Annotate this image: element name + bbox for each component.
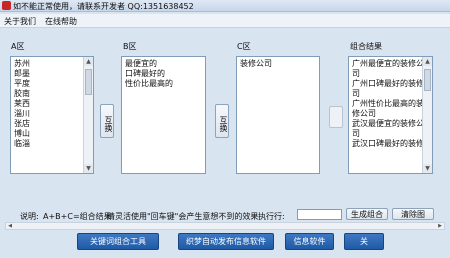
scroll-up-icon[interactable]: ▲ <box>84 57 93 66</box>
scroll-up-icon[interactable]: ▲ <box>423 57 432 66</box>
title-bar: 如不能正常使用，请联系开发者 QQ:1351638452 <box>0 0 450 12</box>
swap-bc-button[interactable]: 互换 <box>215 104 229 138</box>
menu-bar: 关于我们 在线帮助 <box>0 14 450 28</box>
panel-b-line: 最便宜的 <box>125 59 157 68</box>
panel-c-line: 装修公司 <box>240 59 272 68</box>
result-line: 武汉最便宜的装修公 <box>352 119 424 128</box>
scroll-thumb[interactable] <box>424 69 431 91</box>
scroll-left-icon[interactable]: ◀ <box>6 223 14 229</box>
panel-c-label: C区 <box>237 42 251 51</box>
panel-b-line: 性价比最高的 <box>125 79 173 88</box>
result-line: 司 <box>352 89 360 98</box>
note-formula: A+B+C=组合结果 <box>43 212 112 221</box>
panel-a-lines: 苏州 郎墨 平度 胶南 莱西 淄川 张店 博山 临淄 <box>14 59 30 149</box>
panel-c-textarea[interactable]: 装修公司 <box>236 56 320 174</box>
result-line: 武汉口碑最好的装修公 <box>352 139 432 148</box>
panel-b-label: B区 <box>123 42 137 51</box>
result-scrollbar[interactable]: ▲ ▼ <box>422 57 432 173</box>
info-software-button[interactable]: 信息软件 <box>285 233 334 250</box>
exec-label: 执行行: <box>258 212 285 221</box>
generate-button[interactable]: 生成组合 <box>346 208 388 220</box>
exec-input[interactable] <box>297 209 342 220</box>
panel-a-scrollbar[interactable]: ▲ ▼ <box>83 57 93 173</box>
result-lines: 广州最便宜的装修公 司 广州口碑最好的装修公 司 广州性价比最高的装 修公司 武… <box>352 59 432 149</box>
panel-b-lines: 最便宜的 口碑最好的 性价比最高的 <box>125 59 173 89</box>
scroll-down-icon[interactable]: ▼ <box>423 164 432 173</box>
clear-button[interactable]: 清除图 <box>392 208 434 220</box>
panel-a-line: 郎墨 <box>14 69 30 78</box>
result-label: 组合结果 <box>350 42 382 51</box>
panel-a-textarea[interactable]: 苏州 郎墨 平度 胶南 莱西 淄川 张店 博山 临淄 ▲ ▼ <box>10 56 94 174</box>
result-line: 司 <box>352 69 360 78</box>
panel-a-line: 淄川 <box>14 109 30 118</box>
panel-c-lines: 装修公司 <box>240 59 272 69</box>
panel-a-label: A区 <box>11 42 25 51</box>
panel-a-line: 苏州 <box>14 59 30 68</box>
menu-help[interactable]: 在线帮助 <box>45 16 77 27</box>
result-line: 广州口碑最好的装修公 <box>352 79 432 88</box>
panel-b-line: 口碑最好的 <box>125 69 165 78</box>
panel-a-line: 莱西 <box>14 99 30 108</box>
app-icon <box>2 1 11 10</box>
note-label: 说明: <box>20 212 39 221</box>
result-textarea[interactable]: 广州最便宜的装修公 司 广州口碑最好的装修公 司 广州性价比最高的装 修公司 武… <box>348 56 433 174</box>
result-line: 修公司 <box>352 109 376 118</box>
scroll-thumb[interactable] <box>85 69 92 95</box>
panel-b-textarea[interactable]: 最便宜的 口碑最好的 性价比最高的 <box>121 56 206 174</box>
bottom-hscrollbar[interactable]: ◀ ▶ <box>5 222 445 230</box>
swap-ab-button[interactable]: 互换 <box>100 104 114 138</box>
keyword-combo-tool-button[interactable]: 关键词组合工具 <box>77 233 159 250</box>
panel-a-line: 平度 <box>14 79 30 88</box>
swap-c-result-button[interactable] <box>329 106 343 128</box>
scroll-right-icon[interactable]: ▶ <box>436 223 444 229</box>
panel-a-line: 博山 <box>14 129 30 138</box>
panel-a-line: 临淄 <box>14 139 30 148</box>
panel-a-line: 张店 <box>14 119 30 128</box>
result-line: 广州性价比最高的装 <box>352 99 424 108</box>
result-line: 广州最便宜的装修公 <box>352 59 424 68</box>
window-title: 如不能正常使用，请联系开发者 QQ:1351638452 <box>13 2 194 11</box>
close-button[interactable]: 关 <box>344 233 384 250</box>
panel-a-line: 胶南 <box>14 89 30 98</box>
note-tip: 请灵活使用"回车键"会产生意想不到的效果 <box>107 212 259 221</box>
dedecms-auto-publish-button[interactable]: 织梦自动发布信息软件 <box>178 233 274 250</box>
scroll-down-icon[interactable]: ▼ <box>84 164 93 173</box>
menu-about[interactable]: 关于我们 <box>4 16 36 27</box>
result-line: 司 <box>352 129 360 138</box>
